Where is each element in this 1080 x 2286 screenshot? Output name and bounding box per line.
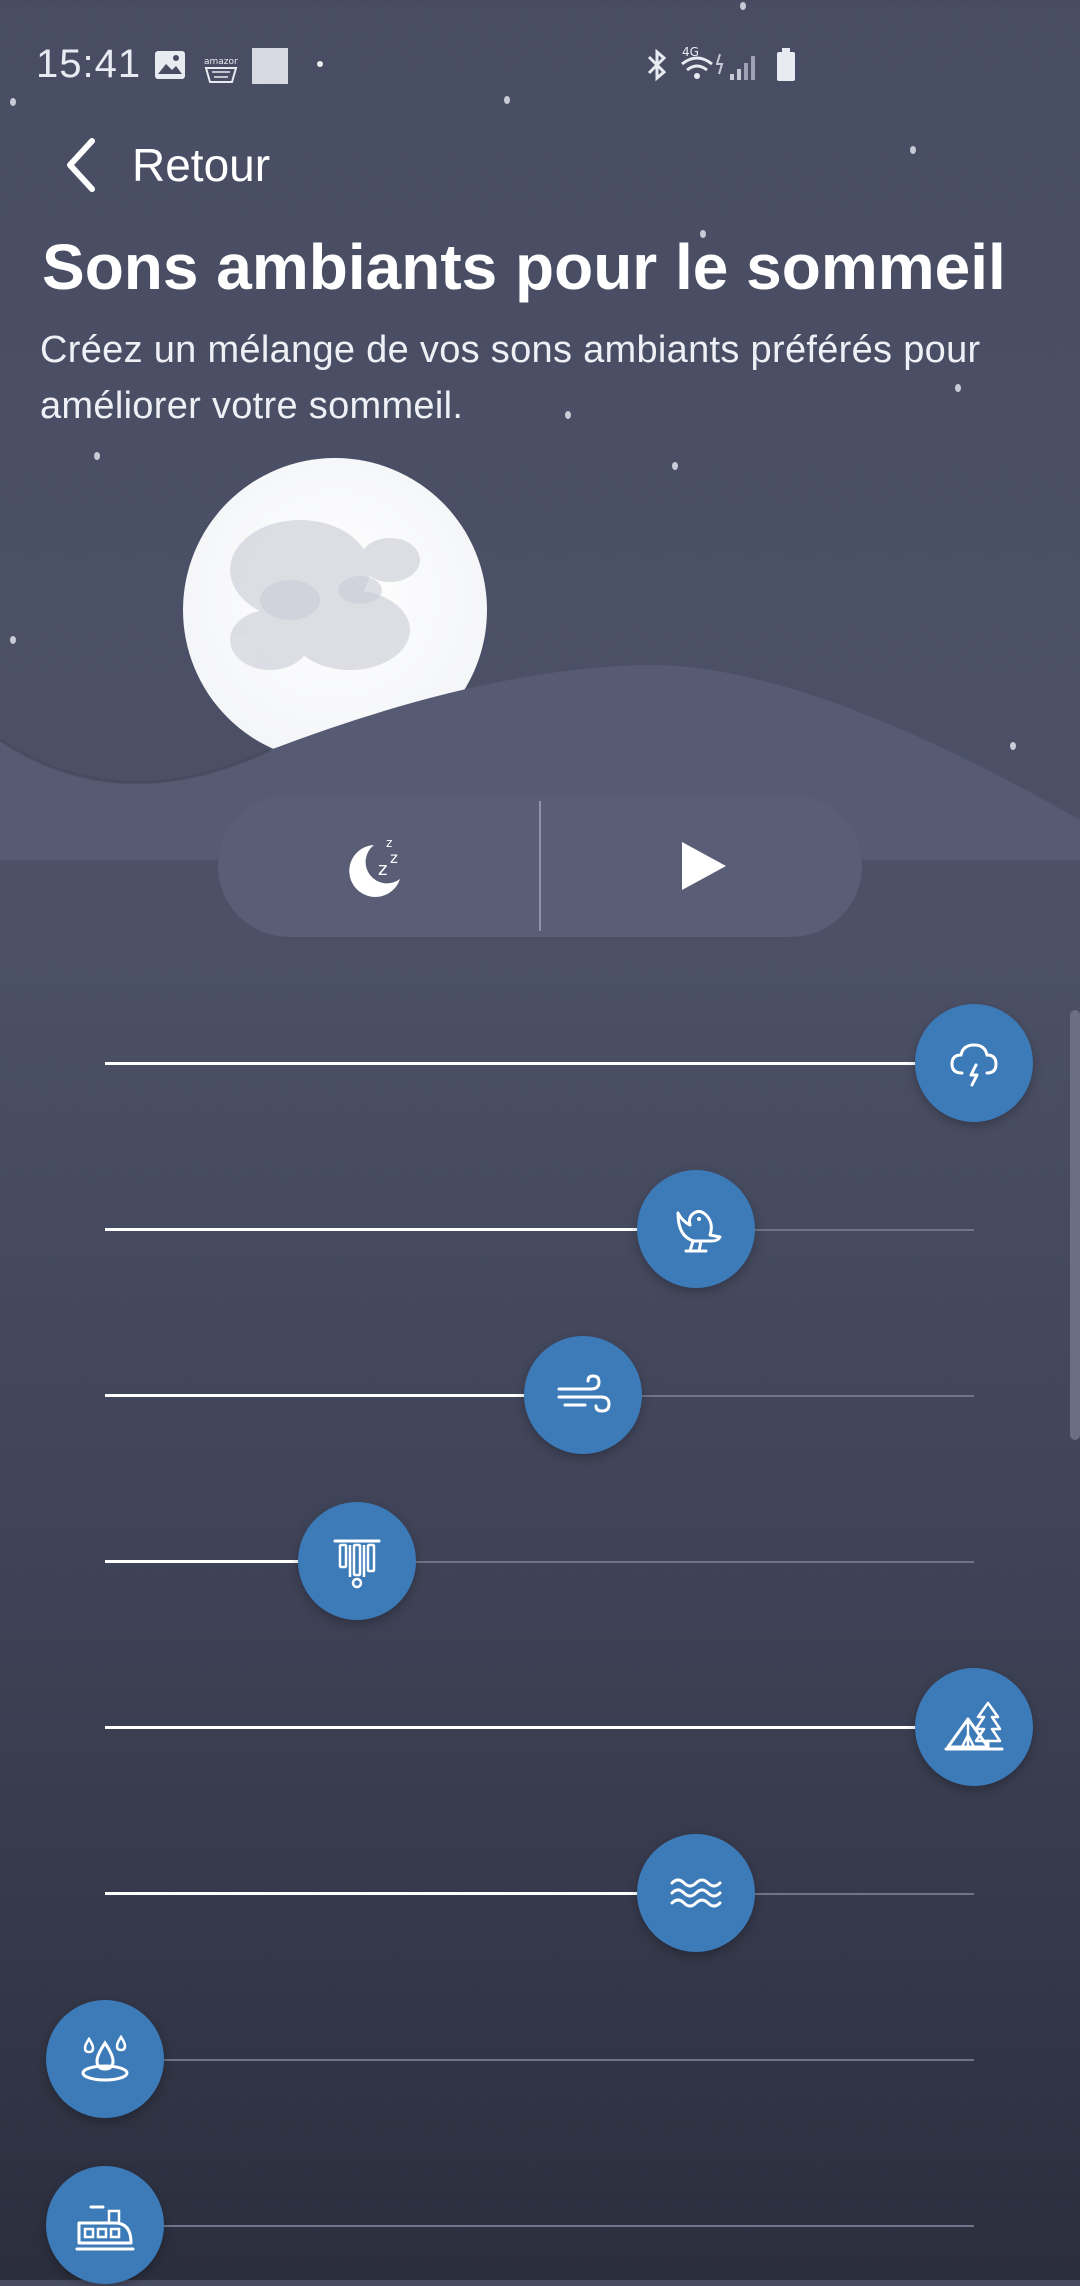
- svg-text:z: z: [386, 836, 392, 850]
- sound-slider-thunderstorm[interactable]: [0, 1004, 1080, 1124]
- play-icon: [681, 842, 726, 890]
- slider-fill: [105, 1062, 974, 1065]
- bird-icon: [676, 1209, 722, 1253]
- signal-icon: [716, 53, 755, 80]
- svg-text:z: z: [390, 849, 398, 867]
- train-icon: [75, 2205, 135, 2251]
- slider-knob-wind-chimes[interactable]: [298, 1502, 416, 1620]
- waves-icon: [670, 1878, 722, 1908]
- image-icon: [155, 51, 185, 79]
- status-bar: 15:41 amazon 4G: [0, 0, 1080, 130]
- page-subtitle: Créez un mélange de vos sons ambiants pr…: [40, 329, 981, 427]
- wind-chimes-icon: [333, 1539, 381, 1589]
- amazon-icon: amazon: [204, 57, 238, 83]
- slider-knob-wind[interactable]: [523, 1336, 642, 1454]
- slider-knob-thunderstorm[interactable]: [915, 1004, 1033, 1122]
- slider-track[interactable]: [105, 2059, 974, 2061]
- sound-slider-train[interactable]: [0, 2166, 1080, 2286]
- status-time: 15:41: [36, 42, 142, 86]
- sound-slider-camping[interactable]: [0, 1668, 1080, 1788]
- dot-icon: [317, 61, 323, 67]
- slider-fill: [105, 1394, 583, 1397]
- slider-knob-train[interactable]: [46, 2166, 164, 2284]
- sleep-timer-button[interactable]: z z z: [218, 795, 539, 937]
- svg-text:z: z: [378, 859, 387, 880]
- water-drop-icon: [81, 2034, 129, 2082]
- slider-fill: [105, 1228, 696, 1231]
- playback-controls: z z z: [218, 795, 862, 937]
- play-button[interactable]: [541, 795, 862, 937]
- battery-icon: [777, 48, 795, 81]
- slider-knob-camping[interactable]: [915, 1668, 1033, 1786]
- slider-knob-waves[interactable]: [636, 1834, 755, 1952]
- wifi-icon: 4G: [681, 45, 713, 79]
- slider-knob-bird[interactable]: [636, 1170, 755, 1288]
- sound-slider-water-drops[interactable]: [0, 2000, 1080, 2120]
- svg-text:amazon: amazon: [204, 57, 238, 67]
- sound-slider-wind-chimes[interactable]: [0, 1502, 1080, 1622]
- back-arrow-icon: [67, 138, 95, 192]
- back-button[interactable]: Retour: [62, 130, 270, 200]
- sound-slider-bird[interactable]: [0, 1170, 1080, 1290]
- page-title: Sons ambiants pour le sommeil: [42, 231, 1006, 303]
- wind-icon: [557, 1374, 611, 1413]
- slider-knob-water-drops[interactable]: [46, 2000, 164, 2118]
- sleep-timer-icon: z z z: [348, 836, 400, 897]
- square-icon: [252, 48, 288, 84]
- sound-slider-waves[interactable]: [0, 1834, 1080, 1954]
- tent-forest-icon: [944, 1701, 1004, 1751]
- back-label: Retour: [132, 139, 271, 191]
- scrollbar[interactable]: [1070, 1010, 1080, 1440]
- thunderstorm-icon: [950, 1043, 998, 1087]
- slider-track[interactable]: [105, 2225, 974, 2227]
- slider-fill: [105, 1892, 696, 1895]
- slider-fill: [105, 1726, 974, 1729]
- star: [910, 146, 916, 154]
- sound-slider-wind[interactable]: [0, 1336, 1080, 1456]
- bluetooth-icon: [647, 48, 667, 82]
